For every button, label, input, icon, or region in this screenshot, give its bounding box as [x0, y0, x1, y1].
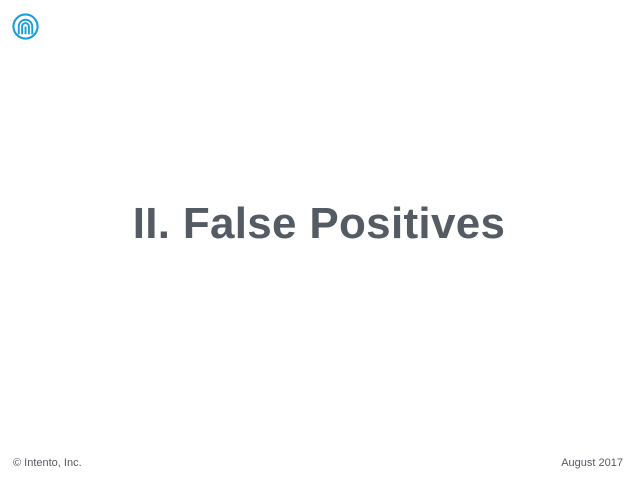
intento-logo-icon — [12, 13, 39, 40]
intento-logo-graphic — [12, 13, 39, 40]
footer-copyright: © Intento, Inc. — [13, 457, 82, 469]
slide-title: II. False Positives — [132, 199, 506, 248]
footer-date: August 2017 — [561, 457, 623, 469]
